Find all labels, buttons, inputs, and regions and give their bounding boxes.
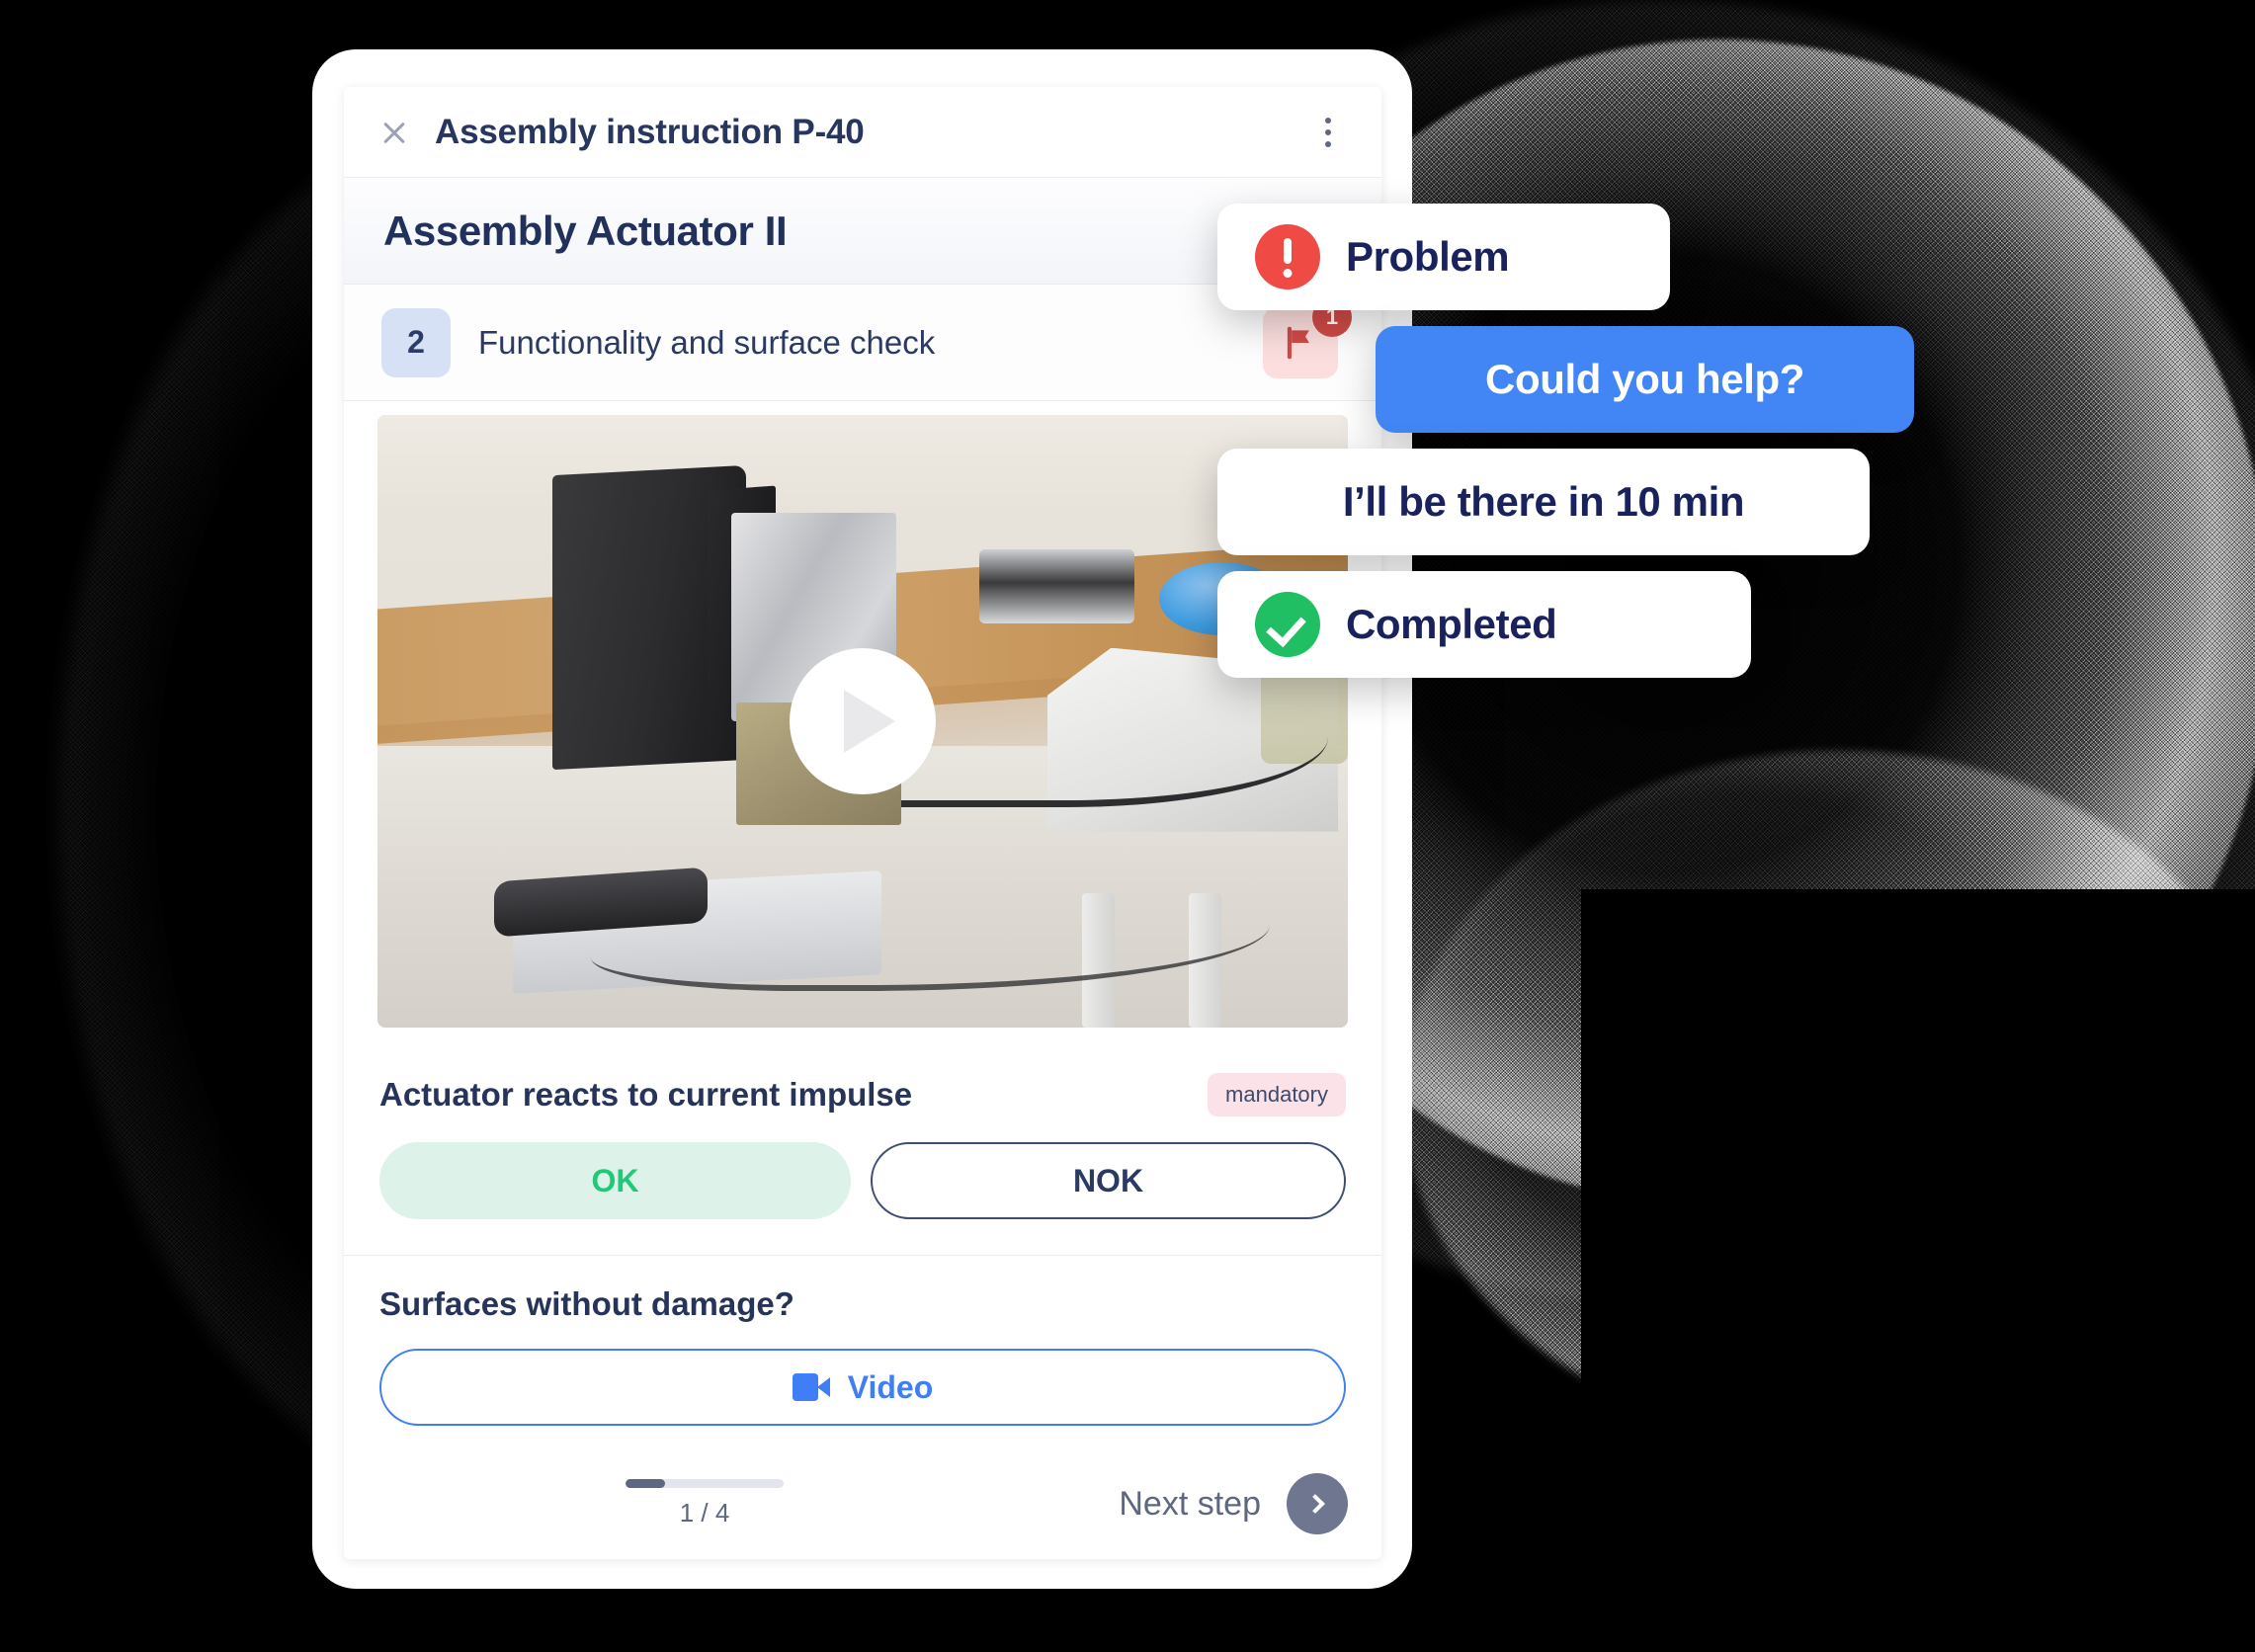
step-title: Functionality and surface check <box>478 323 936 361</box>
video-camera-icon <box>792 1373 830 1401</box>
next-step-label: Next step <box>1119 1484 1261 1523</box>
chevron-glyph <box>1304 1494 1325 1514</box>
nok-button[interactable]: NOK <box>871 1142 1346 1219</box>
progress-group: 1 / 4 <box>621 1479 789 1528</box>
check-label: Actuator reacts to current impulse <box>379 1076 913 1113</box>
chevron-right-icon <box>1287 1473 1348 1534</box>
play-triangle <box>844 690 895 753</box>
notification-label: I’ll be there in 10 min <box>1342 478 1745 525</box>
background-glow-lower <box>1403 751 2255 1443</box>
video-scene-fitting <box>978 549 1134 623</box>
footer: 1 / 4 Next step <box>344 1448 1381 1559</box>
play-icon[interactable] <box>790 648 936 794</box>
video-button-label: Video <box>847 1368 934 1405</box>
mandatory-badge: mandatory <box>1208 1073 1346 1116</box>
check-item: Actuator reacts to current impulse manda… <box>344 1047 1381 1256</box>
kebab-dot <box>1325 117 1331 124</box>
page-title: Assembly instruction P-40 <box>435 112 865 151</box>
camera-body <box>792 1373 818 1401</box>
close-icon[interactable] <box>374 112 415 153</box>
exclamation-circle-icon <box>1255 224 1320 289</box>
notification-completed[interactable]: Completed <box>1217 571 1751 678</box>
progress-label: 1 / 4 <box>679 1498 730 1528</box>
notification-problem[interactable]: Problem <box>1217 204 1670 310</box>
kebab-dot <box>1325 128 1331 135</box>
check-circle-icon <box>1255 592 1320 657</box>
check-header: Actuator reacts to current impulse manda… <box>379 1073 1346 1116</box>
notification-could-you-help[interactable]: Could you help? <box>1376 326 1914 433</box>
progress-bar[interactable] <box>626 1479 784 1488</box>
check-answer-buttons: OK NOK <box>379 1142 1346 1219</box>
section-heading: Assembly Actuator II <box>383 206 788 254</box>
check-label: Surfaces without damage? <box>379 1285 794 1322</box>
kebab-menu-icon[interactable] <box>1308 111 1348 154</box>
notification-label: Problem <box>1346 233 1510 280</box>
screenshot-stage: Assembly instruction P-40 Assembly Actua… <box>0 0 2255 1652</box>
background-mask-right <box>1581 889 2255 1652</box>
camera-lens <box>816 1377 830 1397</box>
flag-button[interactable]: 1 <box>1263 296 1352 382</box>
notification-label: Completed <box>1346 601 1557 647</box>
notification-label: Could you help? <box>1485 356 1804 402</box>
kebab-dot <box>1325 140 1331 147</box>
notification-eta[interactable]: I’ll be there in 10 min <box>1217 449 1870 555</box>
next-step-button[interactable]: Next step <box>1119 1473 1348 1534</box>
step-number-badge: 2 <box>381 307 451 377</box>
check-item: Surfaces without damage? Video <box>344 1256 1381 1462</box>
app-window: Assembly instruction P-40 Assembly Actua… <box>344 87 1381 1559</box>
titlebar: Assembly instruction P-40 <box>344 87 1381 178</box>
ok-button[interactable]: OK <box>379 1142 851 1219</box>
video-thumbnail[interactable] <box>377 415 1348 1028</box>
progress-bar-fill <box>626 1479 665 1488</box>
video-button[interactable]: Video <box>379 1349 1346 1426</box>
